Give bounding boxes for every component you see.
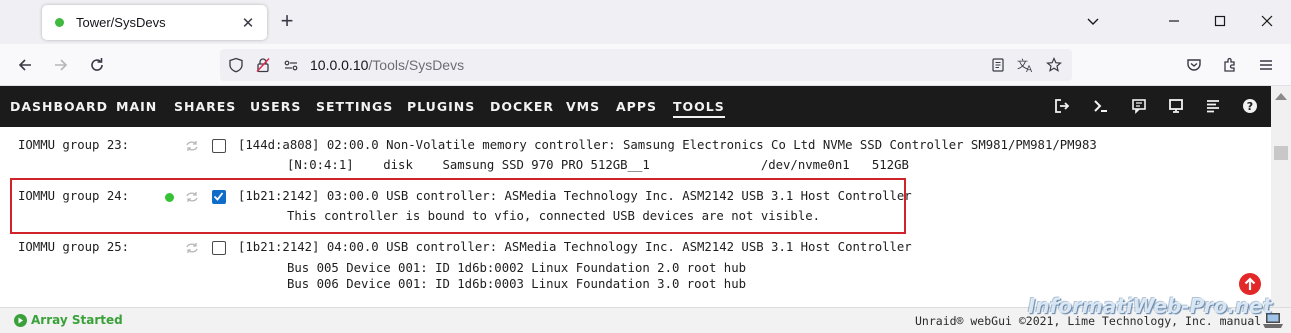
array-status-text: Array Started (31, 313, 123, 327)
insecure-lock-icon[interactable] (254, 56, 272, 74)
iommu-group-label: IOMMU group 25: (18, 240, 130, 254)
svg-text:?: ? (1247, 100, 1253, 113)
play-icon (14, 313, 27, 327)
log-icon[interactable] (1204, 97, 1222, 115)
browser-nav-bar: 10.0.0.10/Tools/SysDevs 文A (0, 44, 1291, 86)
unraid-main-menu: DASHBOARD MAIN SHARES USERS SETTINGS PLU… (0, 86, 1271, 127)
browser-tab-strip: Tower/SysDevs ✕ + (0, 0, 1291, 44)
menu-item-plugins[interactable]: PLUGINS (407, 99, 475, 114)
app-menu-icon[interactable] (1255, 54, 1277, 76)
system-devices-content: IOMMU group 23: [144d:a808] 02:00.0 Non-… (0, 127, 1271, 307)
reset-icon[interactable] (184, 189, 200, 205)
new-tab-button[interactable]: + (276, 10, 298, 32)
vfio-bound-status-icon (165, 193, 174, 202)
svg-text:A: A (1026, 65, 1033, 73)
scroll-to-top-button[interactable] (1239, 273, 1261, 295)
favicon-icon (55, 18, 64, 27)
menu-item-tools[interactable]: TOOLS (673, 99, 725, 118)
scrollbar-thumb[interactable] (1274, 146, 1288, 160)
back-arrow-icon[interactable] (14, 54, 36, 76)
url-host: 10.0.0.10 (310, 57, 369, 73)
menu-item-shares[interactable]: SHARES (174, 99, 236, 114)
scroll-up-arrow-icon[interactable] (1275, 93, 1287, 100)
iommu-group-label: IOMMU group 24: (18, 189, 130, 203)
help-icon[interactable]: ? (1241, 97, 1259, 115)
bind-vfio-checkbox[interactable] (212, 139, 226, 153)
device-line: [144d:a808] 02:00.0 Non-Volatile memory … (238, 138, 1097, 152)
arrow-up-icon (1244, 277, 1256, 290)
translate-icon[interactable]: 文A (1017, 56, 1035, 74)
extensions-icon[interactable] (1219, 54, 1241, 76)
permissions-icon[interactable] (282, 56, 300, 74)
logout-icon[interactable] (1053, 97, 1071, 115)
device-line: [1b21:2142] 03:00.0 USB controller: ASMe… (238, 189, 912, 203)
forward-arrow-icon[interactable] (50, 54, 72, 76)
checkmark-icon (213, 192, 224, 201)
iommu-group-label: IOMMU group 23: (18, 138, 130, 152)
bind-vfio-checkbox[interactable] (212, 241, 226, 255)
maximize-icon[interactable] (1211, 12, 1229, 30)
browser-tab[interactable]: Tower/SysDevs ✕ (42, 5, 267, 40)
url-path: /Tools/SysDevs (368, 57, 465, 73)
close-tab-icon[interactable]: ✕ (239, 14, 257, 32)
bookmark-star-icon[interactable] (1045, 56, 1063, 74)
menu-item-dashboard[interactable]: DASHBOARD (10, 99, 108, 114)
tab-title: Tower/SysDevs (76, 15, 166, 30)
monitor-icon[interactable] (1167, 97, 1185, 115)
url-bar[interactable]: 10.0.0.10/Tools/SysDevs 文A (220, 49, 1072, 81)
device-detail-line: Bus 006 Device 001: ID 1d6b:0003 Linux F… (287, 277, 747, 291)
url-text[interactable]: 10.0.0.10/Tools/SysDevs (310, 57, 464, 73)
minimize-icon[interactable] (1165, 12, 1183, 30)
menu-item-users[interactable]: USERS (250, 99, 301, 114)
menu-item-settings[interactable]: SETTINGS (316, 99, 393, 114)
menu-item-docker[interactable]: DOCKER (490, 99, 554, 114)
reader-view-icon[interactable] (989, 56, 1007, 74)
page-scrollbar[interactable] (1271, 86, 1291, 307)
device-detail-line: Bus 005 Device 001: ID 1d6b:0002 Linux F… (287, 261, 747, 275)
close-window-icon[interactable] (1258, 12, 1276, 30)
device-detail-line: [N:0:4:1] disk Samsung SSD 970 PRO 512GB… (287, 158, 909, 172)
shield-icon[interactable] (227, 56, 245, 74)
watermark-logo: InformatiWeb-Pro.net (1028, 294, 1273, 318)
terminal-icon[interactable] (1092, 97, 1110, 115)
reset-icon[interactable] (184, 138, 200, 154)
menu-item-vms[interactable]: VMS (566, 99, 600, 114)
device-line: [1b21:2142] 04:00.0 USB controller: ASMe… (238, 240, 912, 254)
reset-icon[interactable] (184, 240, 200, 256)
bind-vfio-checkbox[interactable] (212, 190, 226, 204)
tab-list-chevron-icon[interactable] (1084, 12, 1102, 30)
pocket-icon[interactable] (1183, 54, 1205, 76)
menu-item-main[interactable]: MAIN (116, 99, 157, 114)
reload-icon[interactable] (86, 54, 108, 76)
highlight-box (10, 178, 906, 234)
array-status: Array Started (14, 313, 123, 327)
menu-item-apps[interactable]: APPS (616, 99, 657, 114)
feedback-icon[interactable] (1130, 97, 1148, 115)
device-detail-line: This controller is bound to vfio, connec… (287, 209, 821, 223)
